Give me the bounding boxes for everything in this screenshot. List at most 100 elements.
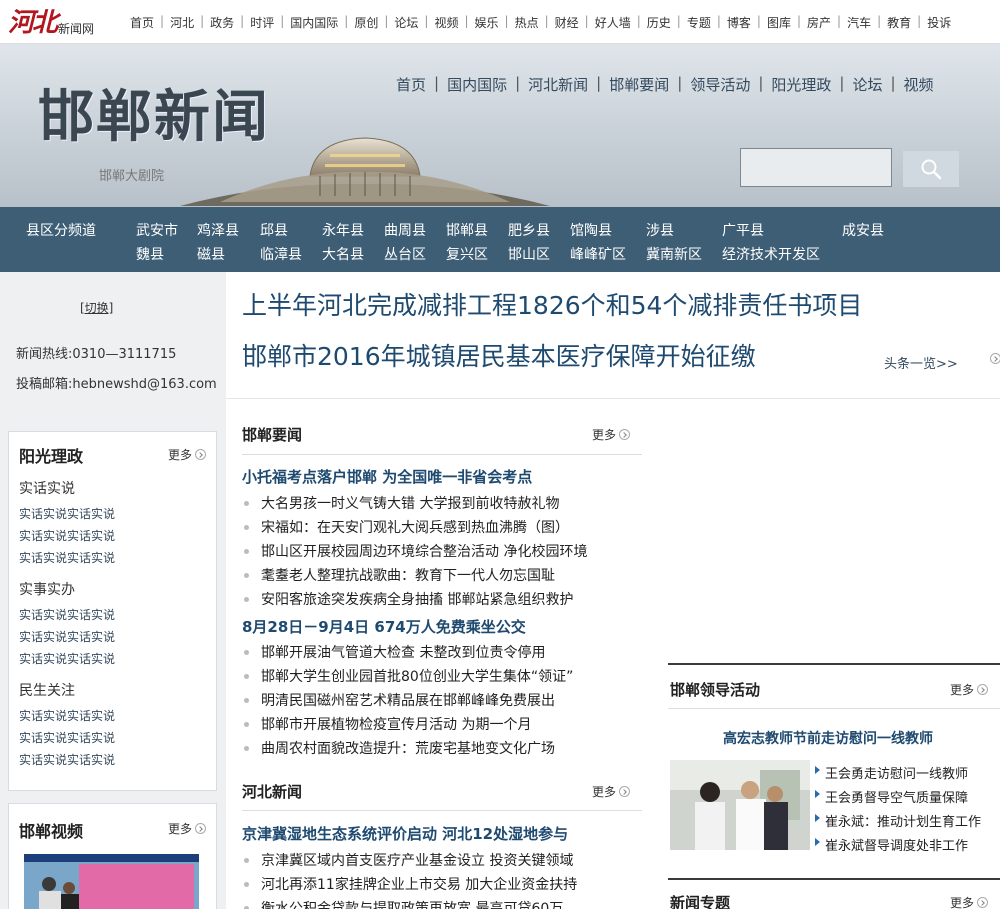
news-list-item[interactable]: 邯山区开展校园周边环境综合整治活动 净化校园环境: [242, 541, 587, 561]
county-link[interactable]: 磁县: [197, 244, 225, 264]
county-link[interactable]: 馆陶县: [570, 220, 612, 240]
leader-activity-item[interactable]: 崔永斌督导调度处非工作: [815, 835, 968, 854]
county-link[interactable]: 鸡泽县: [197, 220, 239, 240]
county-link[interactable]: 冀南新区: [646, 244, 702, 264]
top-nav-link[interactable]: 好人墙: [589, 14, 637, 31]
county-link[interactable]: 魏县: [136, 244, 164, 264]
news-list-item[interactable]: 宋福如：在天安门观礼大阅兵感到热血沸腾（图）: [242, 517, 569, 537]
county-link[interactable]: 武安市: [136, 220, 178, 240]
handan-news-title: 邯郸要闻: [242, 426, 303, 444]
search-button[interactable]: [903, 151, 959, 187]
top-nav-link[interactable]: 首页: [124, 14, 160, 31]
switch-link[interactable]: [切换]: [80, 299, 113, 316]
sunshine-link[interactable]: 实话实说实话实说: [19, 749, 115, 771]
more-label: 更多: [168, 448, 193, 462]
topics-more-link[interactable]: 更多: [950, 894, 989, 909]
top-nav-link[interactable]: 投诉: [921, 14, 957, 31]
news-list-item[interactable]: 邯郸市开展植物检疫宣传月活动 为期一个月: [242, 714, 531, 734]
top-nav-link[interactable]: 政务: [204, 14, 240, 31]
handan-lead-headline-2[interactable]: 8月28日－9月4日 674万人免费乘坐公交: [242, 616, 526, 637]
main-nav-link[interactable]: 领导活动: [690, 74, 750, 95]
news-list-item[interactable]: 明清民国磁州窑艺术精品展在邯郸峰峰免费展出: [242, 690, 555, 710]
county-link[interactable]: 复兴区: [446, 244, 488, 264]
top-nav-link[interactable]: 房产: [801, 14, 837, 31]
sunshine-governance-box: 阳光理政 更多 实话实说 实话实说实话实说 实话实说实话实说 实话实说实话实说 实事实办…: [8, 431, 217, 791]
sunshine-link[interactable]: 实话实说实话实说: [19, 525, 115, 547]
main-nav-link[interactable]: 河北新闻: [528, 74, 588, 95]
county-link[interactable]: 曲周县: [384, 220, 426, 240]
video-more-link[interactable]: 更多: [168, 820, 207, 837]
top-nav-link[interactable]: 河北: [164, 14, 200, 31]
main-nav-link[interactable]: 国内国际: [447, 74, 507, 95]
top-nav-link[interactable]: 视频: [428, 14, 464, 31]
top-nav-link[interactable]: 专题: [681, 14, 717, 31]
nav-separator: |: [596, 74, 602, 92]
sunshine-link[interactable]: 实话实说实话实说: [19, 503, 115, 525]
headlines-overview-link[interactable]: 头条一览>>: [884, 353, 958, 372]
sunshine-link[interactable]: 实话实说实话实说: [19, 547, 115, 569]
main-nav-link[interactable]: 视频: [904, 74, 934, 95]
news-list-item[interactable]: 京津冀区域内首支医疗产业基金设立 投资关键领域: [242, 850, 573, 870]
leader-activity-item[interactable]: 王会勇督导空气质量保障: [815, 787, 968, 806]
top-nav-link[interactable]: 时评: [244, 14, 280, 31]
headline-link[interactable]: 上半年河北完成减排工程1826个和54个减排责任书项目: [242, 289, 862, 323]
county-link[interactable]: 峰峰矿区: [570, 244, 626, 264]
handan-lead-headline-1[interactable]: 小托福考点落户邯郸 为全国唯一非省会考点: [242, 466, 532, 487]
leader-activity-item[interactable]: 崔永斌：推动计划生育工作: [815, 811, 981, 830]
sunshine-link[interactable]: 实话实说实话实说: [19, 648, 115, 670]
top-nav-link[interactable]: 热点: [509, 14, 545, 31]
top-nav-link[interactable]: 图库: [761, 14, 797, 31]
leader-activity-item[interactable]: 王会勇走访慰问一线教师: [815, 763, 968, 782]
county-link[interactable]: 临漳县: [260, 244, 302, 264]
sunshine-link[interactable]: 实话实说实话实说: [19, 604, 115, 626]
leader-photo[interactable]: [670, 760, 810, 850]
handan-news-more-link[interactable]: 更多: [592, 426, 631, 443]
sunshine-link[interactable]: 实话实说实话实说: [19, 705, 115, 727]
nav-separator: |: [839, 74, 845, 92]
county-link[interactable]: 大名县: [322, 244, 364, 264]
top-nav-link[interactable]: 汽车: [841, 14, 877, 31]
news-list-item[interactable]: 曲周农村面貌改造提升：荒废宅基地变文化广场: [242, 738, 555, 758]
news-list-item[interactable]: 安阳客旅途突发疾病全身抽搐 邯郸站紧急组织救护: [242, 589, 573, 609]
hebei-lead-headline[interactable]: 京津冀湿地生态系统评价启动 河北12处湿地参与: [242, 823, 568, 844]
headline-link[interactable]: 邯郸市2016年城镇居民基本医疗保障开始征缴: [242, 340, 862, 374]
top-nav-link[interactable]: 国内国际: [284, 14, 344, 31]
news-list-item[interactable]: 河北再添11家挂牌企业上市交易 加大企业资金扶持: [242, 874, 577, 894]
county-link[interactable]: 涉县: [646, 220, 674, 240]
video-thumbnail[interactable]: [24, 854, 199, 909]
news-list-item[interactable]: 大名男孩一时义气铸大错 大学报到前收特赦礼物: [242, 493, 559, 513]
leader-headline[interactable]: 高宏志教师节前走访慰问一线教师: [723, 728, 933, 748]
news-list-item[interactable]: 衡水公积金贷款与提取政策再放宽 最高可贷60万: [242, 898, 563, 909]
leaders-more-link[interactable]: 更多: [950, 681, 989, 698]
top-nav-link[interactable]: 原创: [348, 14, 384, 31]
top-nav-link[interactable]: 教育: [881, 14, 917, 31]
county-link[interactable]: 永年县: [322, 220, 364, 240]
top-nav-link[interactable]: 娱乐: [469, 14, 505, 31]
sunshine-link[interactable]: 实话实说实话实说: [19, 626, 115, 648]
county-link[interactable]: 邱县: [260, 220, 288, 240]
left-sidebar: [切换] 新闻热线:0310—3111715 投稿邮箱:hebnewshd@16…: [0, 272, 226, 909]
sunshine-more-link[interactable]: 更多: [168, 446, 207, 463]
top-nav-link[interactable]: 博客: [721, 14, 757, 31]
news-list-item[interactable]: 邯郸大学生创业园首批80位创业大学生集体“领证”: [242, 666, 573, 686]
main-nav-link[interactable]: 阳光理政: [771, 74, 831, 95]
top-nav-link[interactable]: 财经: [549, 14, 585, 31]
hebei-news-more-link[interactable]: 更多: [592, 783, 631, 800]
main-nav-link[interactable]: 首页: [396, 74, 426, 95]
county-link[interactable]: 经济技术开发区: [722, 244, 820, 264]
county-link[interactable]: 肥乡县: [508, 220, 550, 240]
news-list-item[interactable]: 耄耋老人整理抗战歌曲：教育下一代人勿忘国耻: [242, 565, 555, 585]
county-link[interactable]: 邯郸县: [446, 220, 488, 240]
hebei-news-logo[interactable]: 河北 新闻网: [8, 6, 94, 38]
county-link[interactable]: 成安县: [842, 220, 884, 240]
search-input[interactable]: [740, 148, 892, 187]
top-nav-link[interactable]: 论坛: [388, 14, 424, 31]
county-link[interactable]: 广平县: [722, 220, 764, 240]
main-nav-link[interactable]: 邯郸要闻: [609, 74, 669, 95]
county-link[interactable]: 邯山区: [508, 244, 550, 264]
county-link[interactable]: 丛台区: [384, 244, 426, 264]
news-list-item[interactable]: 邯郸开展油气管道大检查 未整改到位责令停用: [242, 642, 545, 662]
sunshine-link[interactable]: 实话实说实话实说: [19, 727, 115, 749]
main-nav-link[interactable]: 论坛: [852, 74, 882, 95]
top-nav-link[interactable]: 历史: [641, 14, 677, 31]
